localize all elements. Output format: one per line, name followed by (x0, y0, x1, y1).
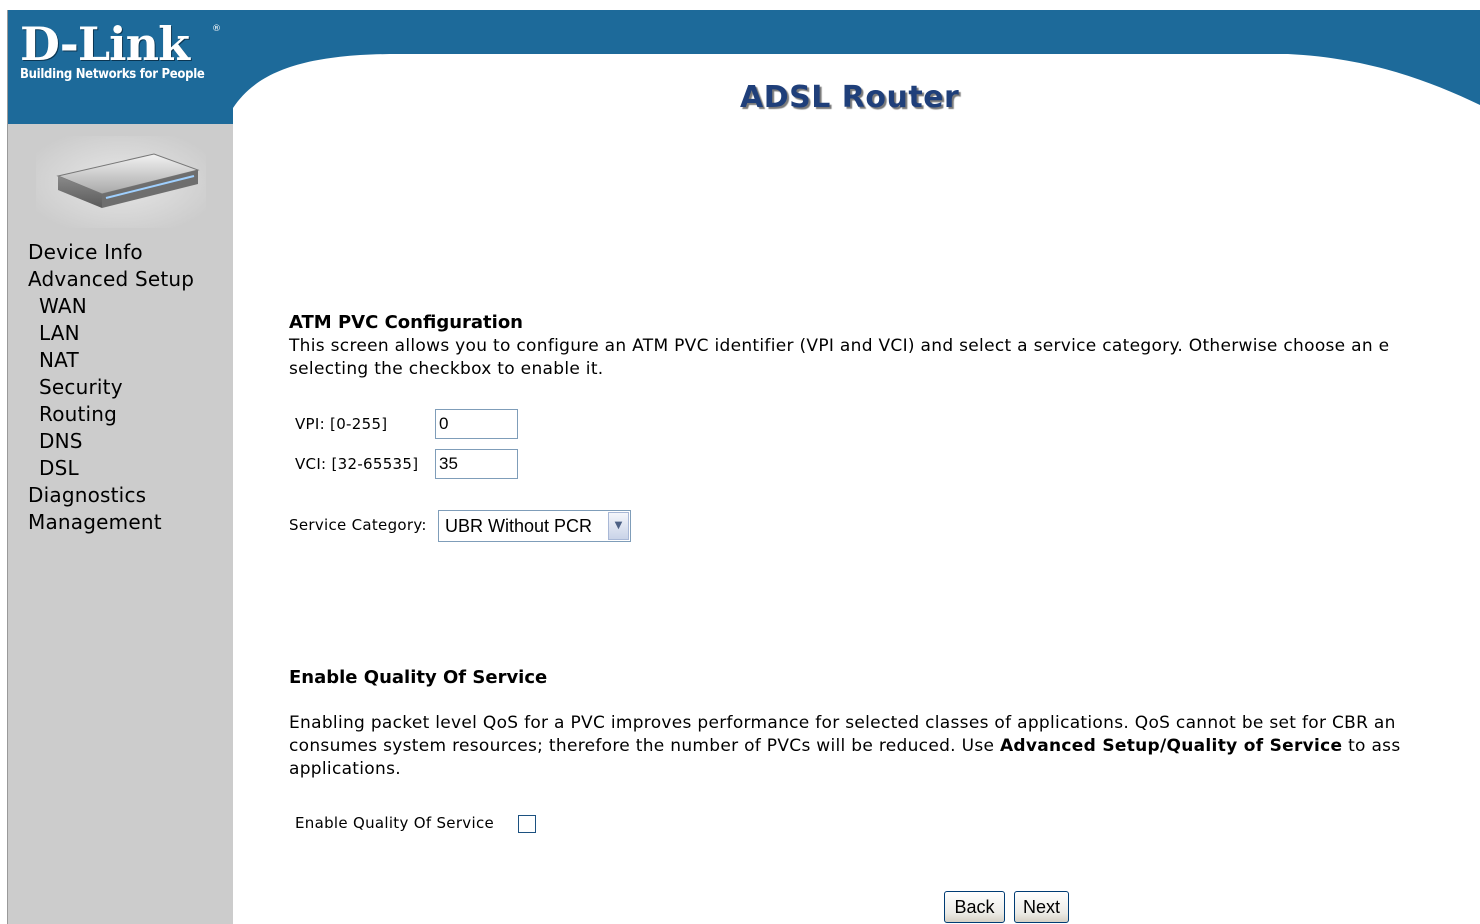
registered-mark: ® (212, 24, 221, 34)
vci-input[interactable] (435, 449, 518, 479)
qos-description-line-2: consumes system resources; therefore the… (289, 735, 1401, 758)
sidebar-item-dsl[interactable]: DSL (28, 455, 194, 482)
sidebar-item-management[interactable]: Management (28, 509, 194, 536)
sidebar-item-routing[interactable]: Routing (28, 401, 194, 428)
qos-desc-pre: consumes system resources; therefore the… (289, 736, 1000, 756)
service-category-value: UBR Without PCR (445, 516, 593, 536)
qos-desc-post: to ass (1342, 736, 1401, 756)
qos-checkbox[interactable] (518, 815, 536, 833)
sidebar-item-diagnostics[interactable]: Diagnostics (28, 482, 194, 509)
service-category-label: Service Category: (289, 516, 427, 534)
router-page: D-Link ® Building Networks for People AD… (0, 0, 1480, 924)
vpi-label: VPI: [0-255] (295, 415, 388, 433)
next-button[interactable]: Next (1014, 891, 1069, 923)
left-edge (0, 10, 8, 924)
sidebar-item-device-info[interactable]: Device Info (28, 239, 194, 266)
back-button[interactable]: Back (944, 891, 1005, 923)
router-device-image (36, 136, 206, 228)
sidebar: Device Info Advanced Setup WAN LAN NAT S… (8, 124, 233, 924)
dlink-logo: D-Link (20, 17, 190, 71)
atm-section-title: ATM PVC Configuration (289, 312, 523, 333)
sidebar-item-advanced-setup[interactable]: Advanced Setup (28, 266, 194, 293)
sidebar-item-dns[interactable]: DNS (28, 428, 194, 455)
logo-tagline: Building Networks for People (20, 67, 205, 82)
sidebar-item-nat[interactable]: NAT (28, 347, 194, 374)
qos-description-line-1: Enabling packet level QoS for a PVC impr… (289, 713, 1396, 733)
sidebar-item-wan[interactable]: WAN (28, 293, 194, 320)
atm-description-line-2: selecting the checkbox to enable it. (289, 359, 604, 379)
qos-description-line-3: applications. (289, 759, 401, 779)
atm-description-line-1: This screen allows you to configure an A… (289, 336, 1390, 356)
vpi-input[interactable] (435, 409, 518, 439)
qos-link-text: Advanced Setup/Quality of Service (999, 736, 1343, 756)
sidebar-item-lan[interactable]: LAN (28, 320, 194, 347)
chevron-down-icon[interactable]: ▼ (608, 512, 629, 540)
service-category-select[interactable]: UBR Without PCR ▼ (438, 510, 631, 542)
sidebar-nav: Device Info Advanced Setup WAN LAN NAT S… (28, 239, 194, 536)
sidebar-item-security[interactable]: Security (28, 374, 194, 401)
qos-checkbox-label: Enable Quality Of Service (295, 814, 495, 832)
main-content: ATM PVC Configuration This screen allows… (289, 0, 1480, 924)
vci-label: VCI: [32-65535] (295, 455, 419, 473)
qos-section-title: Enable Quality Of Service (289, 667, 548, 688)
